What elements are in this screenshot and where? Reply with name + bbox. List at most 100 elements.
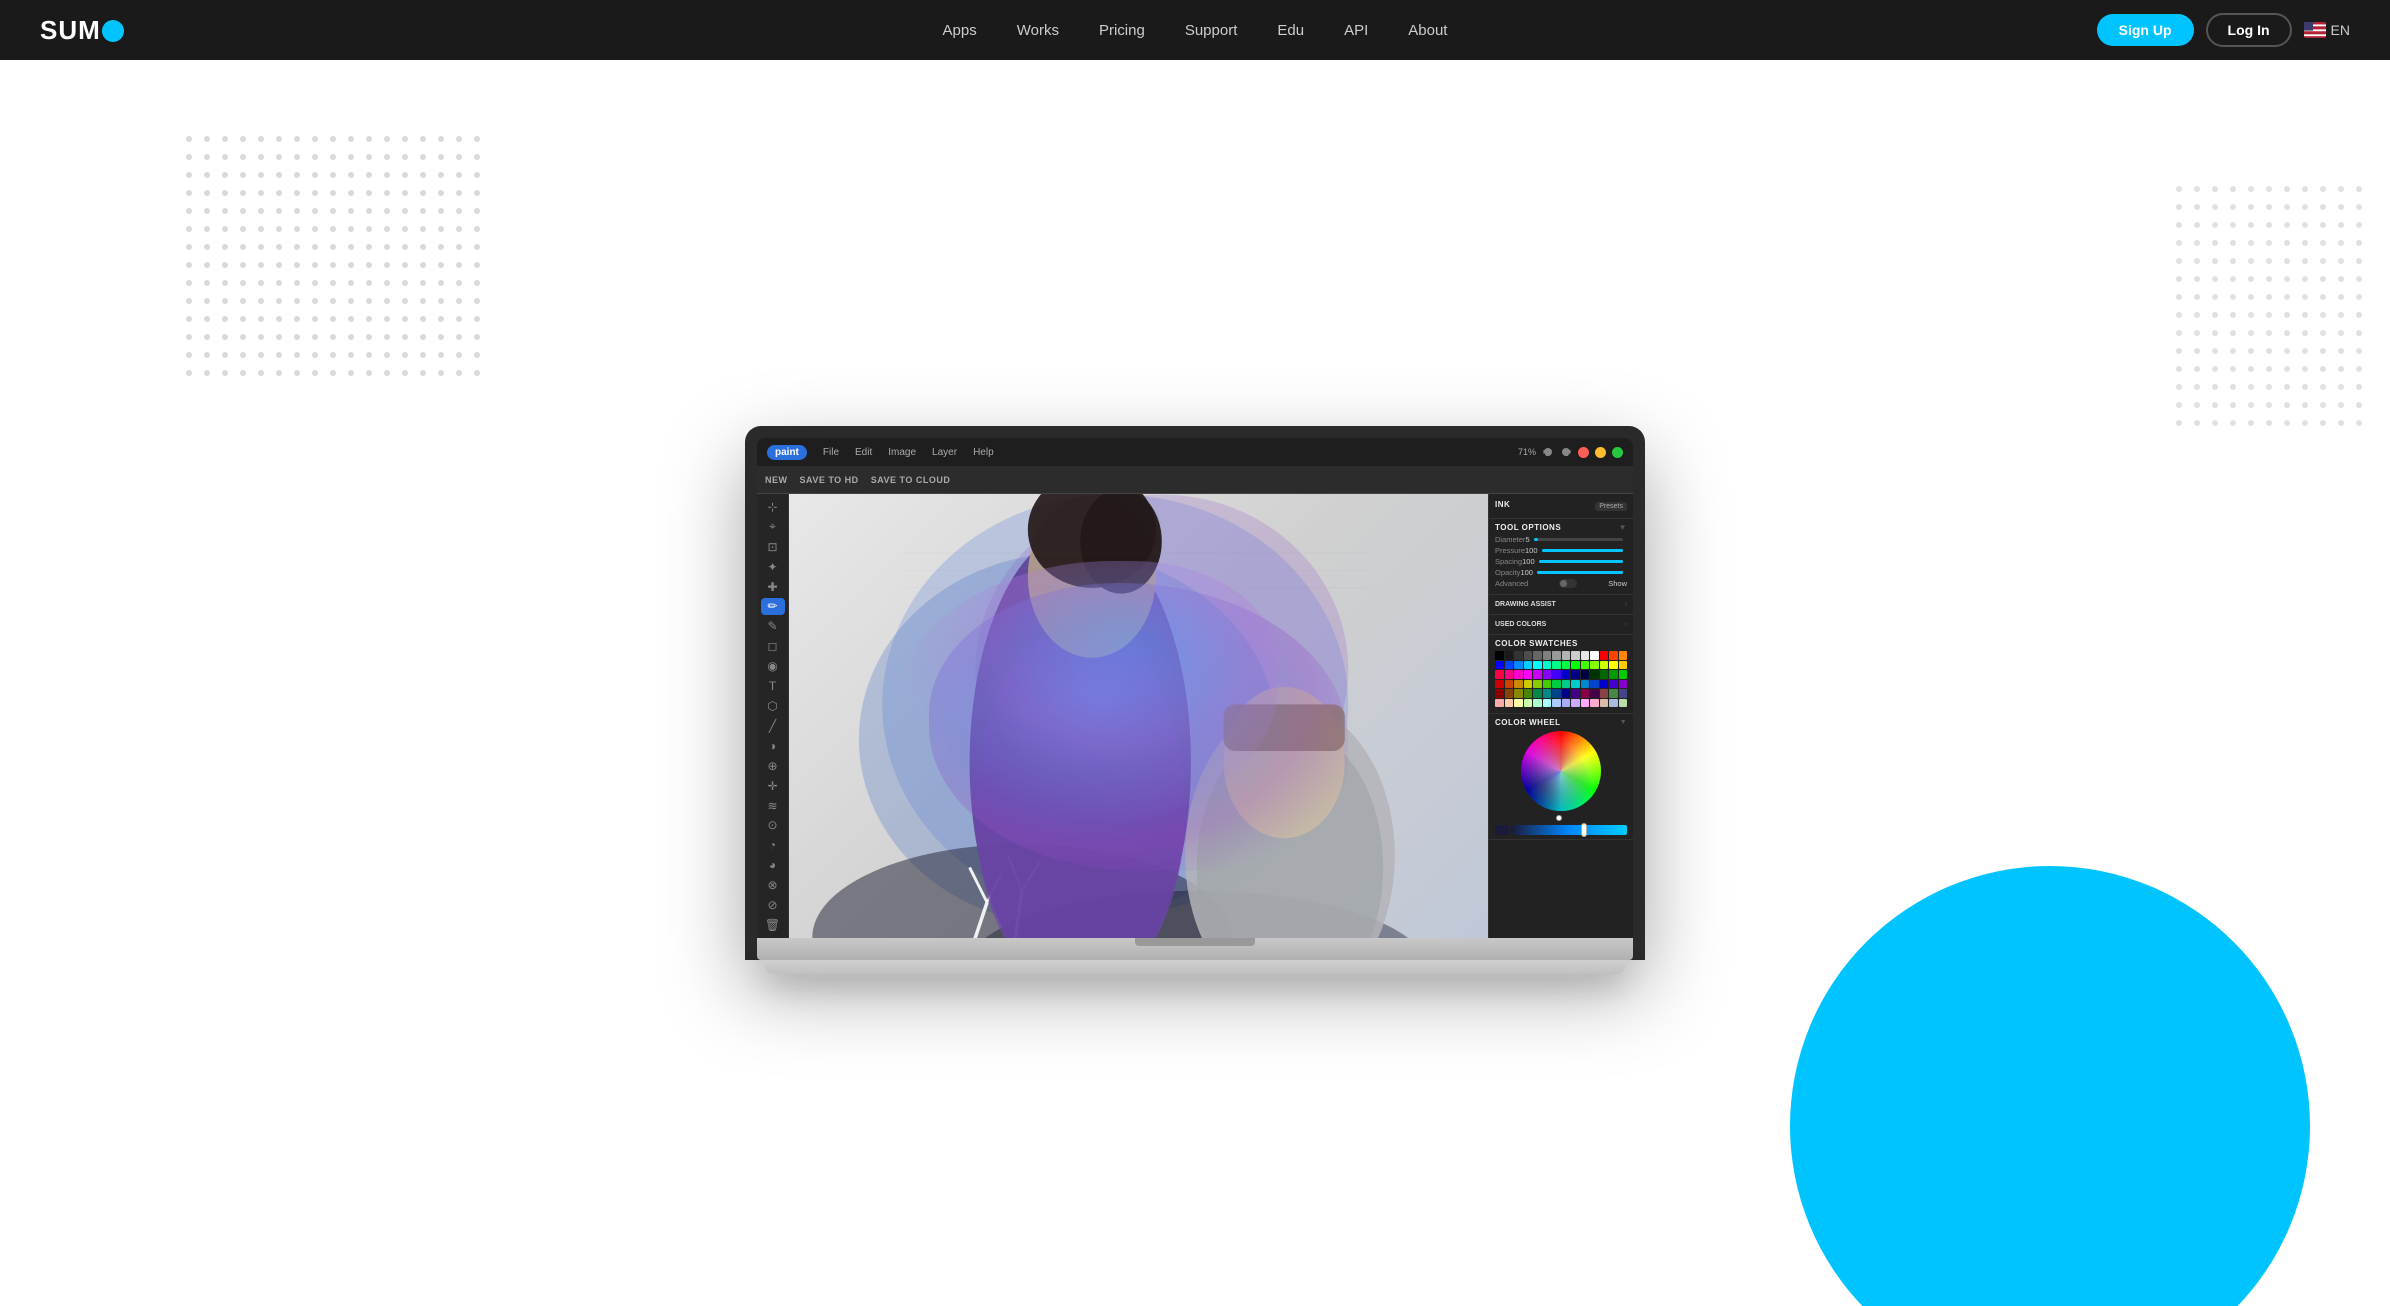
dodge-tool[interactable]: ◔ bbox=[761, 836, 785, 854]
trash-tool[interactable]: 🗑 bbox=[761, 916, 785, 934]
swatch-cell[interactable] bbox=[1543, 651, 1552, 660]
swatch-cell[interactable] bbox=[1495, 651, 1504, 660]
swatch-cell[interactable] bbox=[1590, 699, 1599, 708]
blur-tool[interactable]: ⊙ bbox=[761, 817, 785, 835]
swatch-cell[interactable] bbox=[1619, 680, 1628, 689]
fill-tool[interactable]: ◉ bbox=[761, 657, 785, 675]
signup-button[interactable]: Sign Up bbox=[2097, 14, 2194, 46]
swatch-cell[interactable] bbox=[1562, 699, 1571, 708]
swatch-cell[interactable] bbox=[1619, 699, 1628, 708]
swatch-cell[interactable] bbox=[1600, 670, 1609, 679]
eraser-tool[interactable]: ◻ bbox=[761, 637, 785, 655]
swatch-cell[interactable] bbox=[1514, 689, 1523, 698]
swatch-cell[interactable] bbox=[1552, 680, 1561, 689]
drawing-assist-arrow[interactable]: › bbox=[1625, 601, 1627, 608]
swatch-cell[interactable] bbox=[1514, 670, 1523, 679]
swatch-cell[interactable] bbox=[1571, 661, 1580, 670]
swatch-cell[interactable] bbox=[1590, 670, 1599, 679]
swatch-cell[interactable] bbox=[1619, 670, 1628, 679]
swatch-cell[interactable] bbox=[1524, 699, 1533, 708]
hex-slider-thumb[interactable] bbox=[1581, 823, 1587, 837]
swatch-cell[interactable] bbox=[1581, 651, 1590, 660]
text-tool[interactable]: T bbox=[761, 677, 785, 695]
swatch-cell[interactable] bbox=[1524, 689, 1533, 698]
swatch-cell[interactable] bbox=[1581, 680, 1590, 689]
nav-support[interactable]: Support bbox=[1185, 22, 1238, 39]
swatch-cell[interactable] bbox=[1495, 661, 1504, 670]
opacity-slider[interactable] bbox=[1537, 571, 1623, 574]
swatch-cell[interactable] bbox=[1514, 661, 1523, 670]
swatch-cell[interactable] bbox=[1543, 670, 1552, 679]
swatch-cell[interactable] bbox=[1505, 651, 1514, 660]
swatch-cell[interactable] bbox=[1600, 661, 1609, 670]
language-selector[interactable]: EN bbox=[2304, 22, 2350, 38]
swatch-cell[interactable] bbox=[1600, 680, 1609, 689]
swatch-cell[interactable] bbox=[1552, 670, 1561, 679]
swatch-cell[interactable] bbox=[1505, 680, 1514, 689]
swatch-cell[interactable] bbox=[1505, 670, 1514, 679]
swatch-cell[interactable] bbox=[1571, 699, 1580, 708]
swatch-cell[interactable] bbox=[1600, 651, 1609, 660]
toolbar-save-cloud[interactable]: SAVE TO CLOUD bbox=[871, 475, 951, 485]
swatch-cell[interactable] bbox=[1543, 661, 1552, 670]
shape-tool[interactable]: ⬡ bbox=[761, 697, 785, 715]
swatch-cell[interactable] bbox=[1590, 680, 1599, 689]
swatch-cell[interactable] bbox=[1495, 699, 1504, 708]
menu-help[interactable]: Help bbox=[973, 447, 994, 458]
swatch-cell[interactable] bbox=[1524, 661, 1533, 670]
nav-works[interactable]: Works bbox=[1017, 22, 1059, 39]
nav-edu[interactable]: Edu bbox=[1277, 22, 1304, 39]
swatch-cell[interactable] bbox=[1562, 689, 1571, 698]
burn-tool[interactable]: ◕ bbox=[761, 856, 785, 874]
zoom-tool[interactable]: ⊕ bbox=[761, 757, 785, 775]
swatch-cell[interactable] bbox=[1562, 661, 1571, 670]
swatch-cell[interactable] bbox=[1533, 699, 1542, 708]
swatch-cell[interactable] bbox=[1505, 661, 1514, 670]
swatch-cell[interactable] bbox=[1552, 699, 1561, 708]
login-button[interactable]: Log In bbox=[2206, 13, 2292, 47]
menu-edit[interactable]: Edit bbox=[855, 447, 872, 458]
maximize-btn[interactable] bbox=[1612, 447, 1623, 458]
color-wheel[interactable] bbox=[1521, 731, 1601, 811]
spacing-slider[interactable] bbox=[1539, 560, 1623, 563]
undo-icon[interactable] bbox=[1542, 446, 1554, 458]
swatch-cell[interactable] bbox=[1609, 670, 1618, 679]
brush-tool[interactable]: ✏ bbox=[761, 598, 785, 616]
swatch-cell[interactable] bbox=[1600, 699, 1609, 708]
smudge-tool[interactable]: ≋ bbox=[761, 797, 785, 815]
advanced-toggle[interactable] bbox=[1559, 579, 1577, 588]
toolbar-new[interactable]: NEW bbox=[765, 475, 788, 485]
swatch-cell[interactable] bbox=[1514, 699, 1523, 708]
swatch-cell[interactable] bbox=[1581, 670, 1590, 679]
swatch-cell[interactable] bbox=[1609, 689, 1618, 698]
swatch-cell[interactable] bbox=[1581, 699, 1590, 708]
swatch-cell[interactable] bbox=[1543, 689, 1552, 698]
menu-file[interactable]: File bbox=[823, 447, 839, 458]
move-tool[interactable]: ✛ bbox=[761, 777, 785, 795]
hex-slider[interactable] bbox=[1511, 825, 1627, 835]
swatch-cell[interactable] bbox=[1571, 670, 1580, 679]
swatch-cell[interactable] bbox=[1590, 661, 1599, 670]
swatch-cell[interactable] bbox=[1533, 661, 1542, 670]
swatch-cell[interactable] bbox=[1533, 651, 1542, 660]
close-btn[interactable] bbox=[1578, 447, 1589, 458]
swatch-cell[interactable] bbox=[1590, 651, 1599, 660]
swatch-cell[interactable] bbox=[1600, 689, 1609, 698]
diameter-slider[interactable] bbox=[1534, 538, 1623, 541]
swatch-cell[interactable] bbox=[1619, 661, 1628, 670]
presets-dropdown[interactable]: Presets bbox=[1595, 502, 1627, 511]
swatch-cell[interactable] bbox=[1552, 651, 1561, 660]
crop-tool[interactable]: ⊡ bbox=[761, 538, 785, 556]
swatch-cell[interactable] bbox=[1552, 689, 1561, 698]
swatch-cell[interactable] bbox=[1562, 680, 1571, 689]
swatch-cell[interactable] bbox=[1505, 689, 1514, 698]
swatch-cell[interactable] bbox=[1533, 680, 1542, 689]
clone-tool[interactable]: ⊗ bbox=[761, 876, 785, 894]
swatch-cell[interactable] bbox=[1619, 651, 1628, 660]
swatch-cell[interactable] bbox=[1495, 670, 1504, 679]
tool-options-toggle[interactable]: ▼ bbox=[1619, 523, 1627, 532]
nav-about[interactable]: About bbox=[1408, 22, 1447, 39]
nav-apps[interactable]: Apps bbox=[943, 22, 977, 39]
wand-tool[interactable]: ✦ bbox=[761, 558, 785, 576]
swatch-cell[interactable] bbox=[1514, 680, 1523, 689]
